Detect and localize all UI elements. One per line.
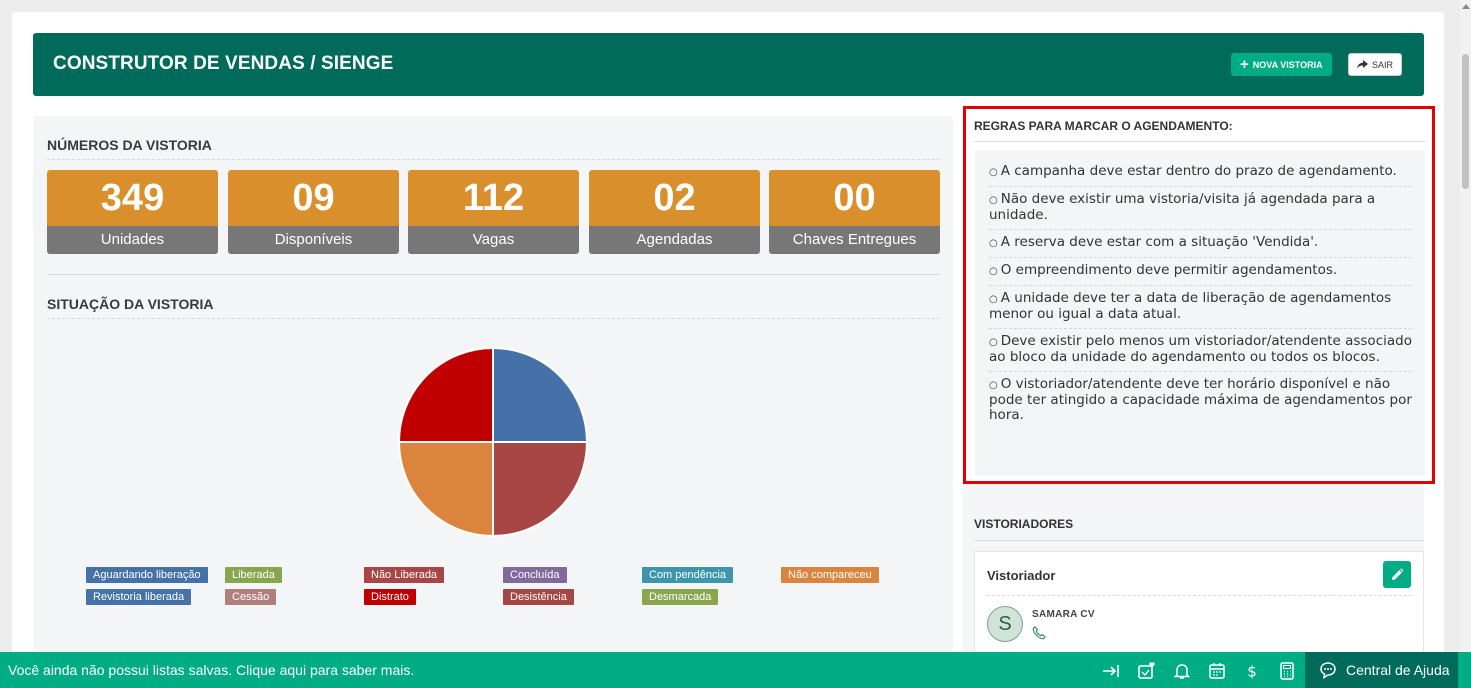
inspector-card-label: Vistoriador [987,568,1056,583]
legend-item[interactable]: Não Liberada [364,567,445,583]
stat-label: Agendadas [589,226,760,254]
rule-item: ○ A reserva deve estar com a situação 'Ve… [989,230,1412,258]
rule-item: ○ Deve existir pelo menos um vistoriador/… [989,329,1412,372]
phone-icon[interactable] [1032,626,1046,640]
bullet-icon: ○ [989,195,998,206]
new-inspection-label: NOVA VISTORIA [1252,59,1323,70]
stat-value: 349 [47,170,218,226]
stat-units: 349 Unidades [47,170,218,254]
stat-scheduled: 02 Agendadas [589,170,760,254]
rules-title: REGRAS PARA MARCAR O AGENDAMENTO: [974,119,1233,133]
bullet-icon: ○ [989,337,998,348]
inspector-card: Vistoriador S SAMARA CV [974,551,1424,661]
bullet-icon: ○ [989,266,998,277]
divider [974,141,1426,142]
rule-item: ○ O empreendimento deve permitir agendame… [989,258,1412,286]
help-center-label: Central de Ajuda [1346,662,1450,678]
page-header: CONSTRUTOR DE VENDAS / SIENGE + NOVA VIS… [33,33,1424,96]
svg-text:$: $ [1247,663,1257,681]
new-inspection-button[interactable]: + NOVA VISTORIA [1231,53,1332,76]
stat-spots: 112 Vagas [408,170,579,254]
stat-label: Unidades [47,226,218,254]
inspectors-title: VISTORIADORES [974,517,1074,531]
stat-label: Disponíveis [228,226,399,254]
scrollbar-thumb[interactable] [1462,54,1469,189]
pie-slice[interactable] [492,347,588,443]
chat-bubble-icon [1320,662,1336,679]
bullet-icon: ○ [989,167,998,178]
stat-keys-delivered: 00 Chaves Entregues [769,170,940,254]
stat-label: Chaves Entregues [769,226,940,254]
pie-slice[interactable] [398,441,494,537]
legend-item[interactable]: Não compareceu [781,567,879,583]
bullet-icon: ○ [989,380,998,391]
avatar: S [987,606,1023,642]
legend-item[interactable]: Concluída [503,567,567,583]
divider [47,159,940,160]
saved-lists-message[interactable]: Você ainda não possui listas salvas. Cli… [8,662,414,678]
calendar-icon[interactable] [1207,661,1227,681]
edit-inspector-button[interactable] [1383,561,1411,588]
stat-label: Vagas [408,226,579,254]
pencil-icon [1392,567,1404,580]
divider [47,274,940,275]
dollar-icon[interactable]: $ [1242,661,1262,681]
stat-value: 02 [589,170,760,226]
calculator-icon[interactable] [1277,661,1297,681]
pie-slice[interactable] [492,441,588,537]
exit-button[interactable]: SAIR [1348,53,1403,76]
page-title: CONSTRUTOR DE VENDAS / SIENGE [53,53,394,74]
divider [974,540,1424,541]
situation-title: SITUAÇÃO DA VISTORIA [47,296,214,312]
bottom-bar: Você ainda não possui listas salvas. Cli… [0,652,1471,688]
stat-value: 00 [769,170,940,226]
collapse-right-icon[interactable] [1101,661,1121,681]
bell-icon[interactable] [1172,661,1192,681]
bullet-icon: ○ [989,238,998,249]
bullet-icon: ○ [989,294,998,305]
heart-list-icon[interactable] [1137,661,1157,681]
legend-item[interactable]: Desmarcada [642,589,719,605]
page-scrollbar[interactable] [1460,0,1471,652]
legend-item[interactable]: Revistoria liberada [86,589,192,605]
exit-label: SAIR [1372,59,1394,70]
left-panel: NÚMEROS DA VISTORIA 349 Unidades 09 Disp… [33,116,953,676]
legend-item[interactable]: Com pendência [642,567,734,583]
divider [987,595,1412,596]
rule-item: ○ O vistoriador/atendente deve ter horári… [989,376,1412,423]
situation-pie-chart [398,347,588,537]
rules-panel: REGRAS PARA MARCAR O AGENDAMENTO: ○ A cam… [963,106,1435,484]
legend-item[interactable]: Aguardando liberação [86,567,208,583]
stat-available: 09 Disponíveis [228,170,399,254]
help-center-button[interactable]: Central de Ajuda [1305,652,1458,688]
rules-list: ○ A campanha deve estar dentro do prazo d… [975,150,1425,476]
stat-value: 09 [228,170,399,226]
pie-slice[interactable] [398,347,494,443]
rule-item: ○ A unidade deve ter a data de liberação … [989,286,1412,329]
divider [47,318,940,319]
share-arrow-icon [1357,60,1368,69]
rule-item: ○ Não deve existir uma vistoria/visita já… [989,187,1412,230]
scroll-up-icon[interactable] [1462,4,1470,9]
rule-item: ○ A campanha deve estar dentro do prazo d… [989,159,1412,187]
inspector-name: SAMARA CV [1032,609,1095,620]
numbers-title: NÚMEROS DA VISTORIA [47,137,212,153]
legend-item[interactable]: Desistência [503,589,574,605]
legend-item[interactable]: Distrato [364,589,416,605]
stat-value: 112 [408,170,579,226]
legend-item[interactable]: Liberada [225,567,282,583]
legend-item[interactable]: Cessão [225,589,277,605]
plus-icon: + [1240,56,1249,73]
